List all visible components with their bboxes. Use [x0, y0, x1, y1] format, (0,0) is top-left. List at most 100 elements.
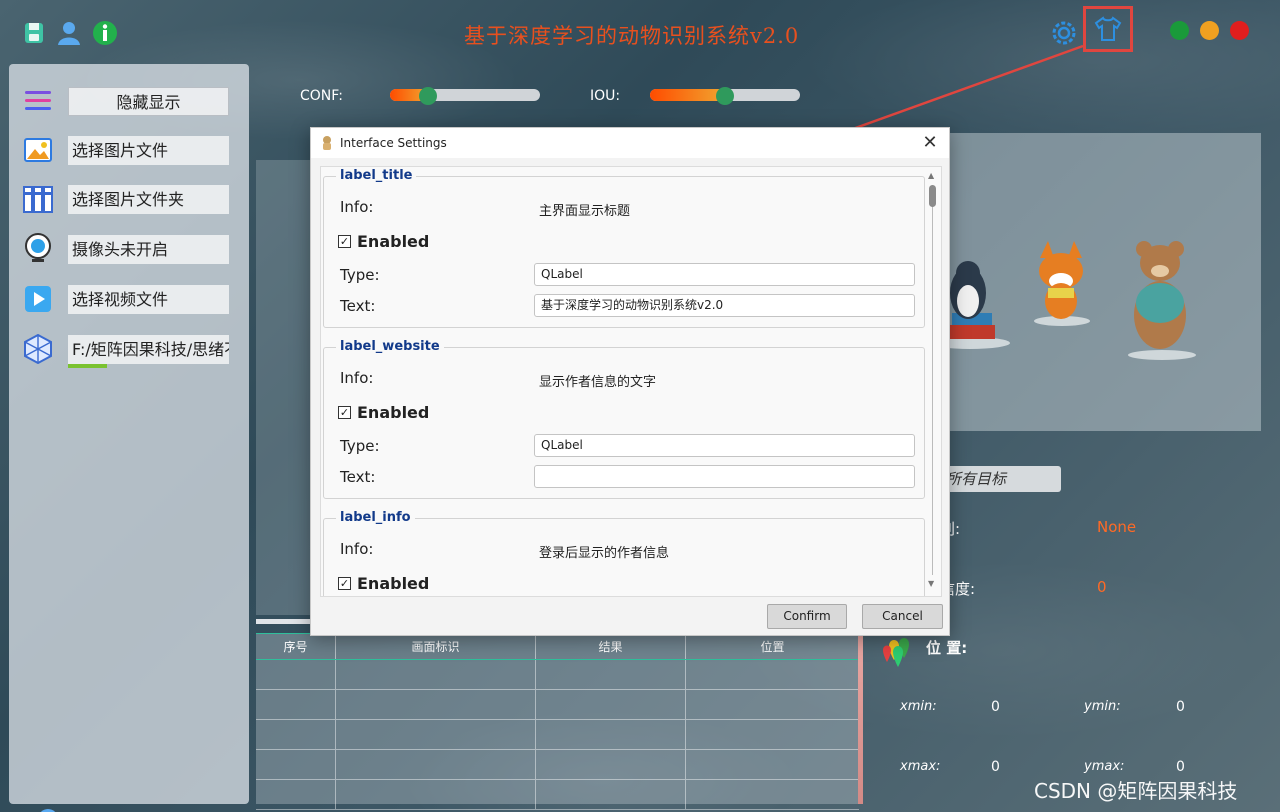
type-field[interactable]: QLabel — [534, 434, 915, 457]
conf-label: CONF: — [300, 88, 343, 104]
column-header-index[interactable]: 序号 — [256, 634, 336, 659]
conf-slider[interactable] — [390, 89, 540, 101]
confirm-button[interactable]: Confirm — [767, 604, 847, 629]
theme-shirt-button[interactable] — [1083, 6, 1133, 52]
video-icon — [23, 284, 53, 314]
target-select[interactable]: 所有目标 — [940, 466, 1061, 492]
camera-button[interactable]: 摄像头未开启 — [68, 235, 229, 264]
close-window-button[interactable] — [1230, 21, 1249, 40]
scroll-down-icon[interactable]: ▼ — [928, 579, 934, 588]
text-label: Text: — [340, 468, 376, 486]
dialog-close-button[interactable]: ✕ — [919, 132, 941, 154]
account-avatar-icon[interactable] — [30, 808, 66, 812]
info-value: 主界面显示标题 — [539, 204, 631, 219]
xmin-value: 0 — [991, 699, 1000, 715]
select-folder-button[interactable]: 选择图片文件夹 — [68, 185, 229, 214]
table-header: 序号 画面标识 结果 位置 — [256, 634, 859, 660]
table-row[interactable] — [256, 660, 859, 690]
save-icon[interactable] — [21, 20, 47, 46]
table-cell — [686, 690, 859, 719]
sidebar-item-folder[interactable]: 选择图片文件夹 — [9, 182, 249, 214]
user-icon[interactable] — [56, 20, 82, 46]
table-body — [256, 660, 859, 810]
text-field[interactable] — [534, 465, 915, 488]
results-table[interactable]: 序号 画面标识 结果 位置 — [256, 633, 859, 810]
sidebar-item-camera[interactable]: 摄像头未开启 — [9, 232, 249, 264]
sidebar-item-video[interactable]: 选择视频文件 — [9, 282, 249, 314]
text-label: Text: — [340, 297, 376, 315]
table-cell — [336, 750, 536, 779]
info-label: Info: — [340, 198, 374, 216]
enabled-checkbox[interactable]: ✓ Enabled — [338, 574, 429, 593]
checkbox-checked-icon[interactable]: ✓ — [338, 235, 351, 248]
folder-icon — [23, 184, 53, 214]
table-row[interactable] — [256, 780, 859, 810]
text-field[interactable]: 基于深度学习的动物识别系统v2.0 — [534, 294, 915, 317]
select-image-button[interactable]: 选择图片文件 — [68, 136, 229, 165]
menu-icon — [23, 86, 53, 116]
model-path-field[interactable]: F:/矩阵因果科技/思绪不 — [68, 335, 229, 364]
sidebar-item-image[interactable]: 选择图片文件 — [9, 133, 249, 165]
checkbox-checked-icon[interactable]: ✓ — [338, 406, 351, 419]
iou-label: IOU: — [590, 88, 621, 104]
table-cell — [686, 660, 859, 689]
type-field[interactable]: QLabel — [534, 263, 915, 286]
info-icon[interactable] — [92, 20, 118, 46]
table-row[interactable] — [256, 720, 859, 750]
conf-slider-handle[interactable] — [418, 87, 437, 105]
maximize-window-button[interactable] — [1170, 21, 1189, 40]
table-row[interactable] — [256, 750, 859, 780]
location-pin-icon — [879, 634, 919, 670]
cancel-button[interactable]: Cancel — [862, 604, 943, 629]
camera-icon — [23, 233, 53, 264]
dialog-title: Interface Settings — [340, 136, 447, 150]
toggle-display-button[interactable]: 隐藏显示 — [68, 87, 229, 116]
position-label: 位 置: — [926, 639, 968, 657]
dialog-titlebar[interactable]: Interface Settings ✕ — [311, 128, 949, 158]
settings-gear-icon[interactable] — [1049, 18, 1079, 48]
app-logo-icon — [320, 135, 334, 151]
minimize-window-button[interactable] — [1200, 21, 1219, 40]
enabled-label: Enabled — [357, 403, 430, 422]
sidebar-item-toggle[interactable]: 隐藏显示 — [9, 84, 249, 116]
enabled-checkbox[interactable]: ✓ Enabled — [338, 403, 429, 422]
ymax-label: ymax: — [1084, 759, 1125, 774]
table-cell — [336, 690, 536, 719]
xmax-value: 0 — [991, 759, 1000, 775]
select-video-button[interactable]: 选择视频文件 — [68, 285, 229, 314]
image-icon — [23, 135, 53, 165]
table-cell — [336, 660, 536, 689]
column-header-frame[interactable]: 画面标识 — [336, 634, 536, 659]
top-bar: 基于深度学习的动物识别系统v2.0 — [0, 0, 1280, 64]
xmin-label: xmin: — [900, 699, 937, 714]
table-row[interactable] — [256, 690, 859, 720]
dialog-vertical-scrollbar[interactable]: ▲ ▼ — [925, 169, 939, 594]
settings-scroll-area[interactable]: label_title Info: 主界面显示标题 ✓ Enabled Type… — [320, 166, 942, 597]
xmax-label: xmax: — [900, 759, 941, 774]
watermark: CSDN @矩阵因果科技 — [1034, 779, 1238, 803]
enabled-label: Enabled — [357, 574, 430, 593]
cartoon-animals-image — [930, 241, 1196, 360]
info-value: 显示作者信息的文字 — [539, 375, 657, 390]
enabled-label: Enabled — [357, 232, 430, 251]
ymin-value: 0 — [1176, 699, 1185, 715]
scroll-up-icon[interactable]: ▲ — [928, 171, 934, 180]
table-scrollbar[interactable] — [858, 633, 863, 804]
type-label: Type: — [340, 437, 380, 455]
iou-slider-handle[interactable] — [716, 87, 734, 105]
sidebar: 隐藏显示 选择图片文件 选择图片文件夹 摄像头未开启 选择视频文件 F:/矩阵因… — [9, 64, 249, 812]
column-header-position[interactable]: 位置 — [686, 634, 859, 659]
table-cell — [536, 780, 686, 809]
enabled-checkbox[interactable]: ✓ Enabled — [338, 232, 429, 251]
sidebar-item-model[interactable]: F:/矩阵因果科技/思绪不 — [9, 332, 249, 368]
checkbox-checked-icon[interactable]: ✓ — [338, 577, 351, 590]
animal-illustration — [930, 133, 1261, 431]
ymin-label: ymin: — [1084, 699, 1121, 714]
confidence-value: 0 — [1097, 578, 1107, 596]
table-cell — [336, 780, 536, 809]
table-cell — [536, 690, 686, 719]
column-header-result[interactable]: 结果 — [536, 634, 686, 659]
type-label: Type: — [340, 266, 380, 284]
scroll-thumb[interactable] — [929, 185, 936, 207]
interface-settings-dialog: Interface Settings ✕ label_title Info: 主… — [310, 127, 950, 636]
